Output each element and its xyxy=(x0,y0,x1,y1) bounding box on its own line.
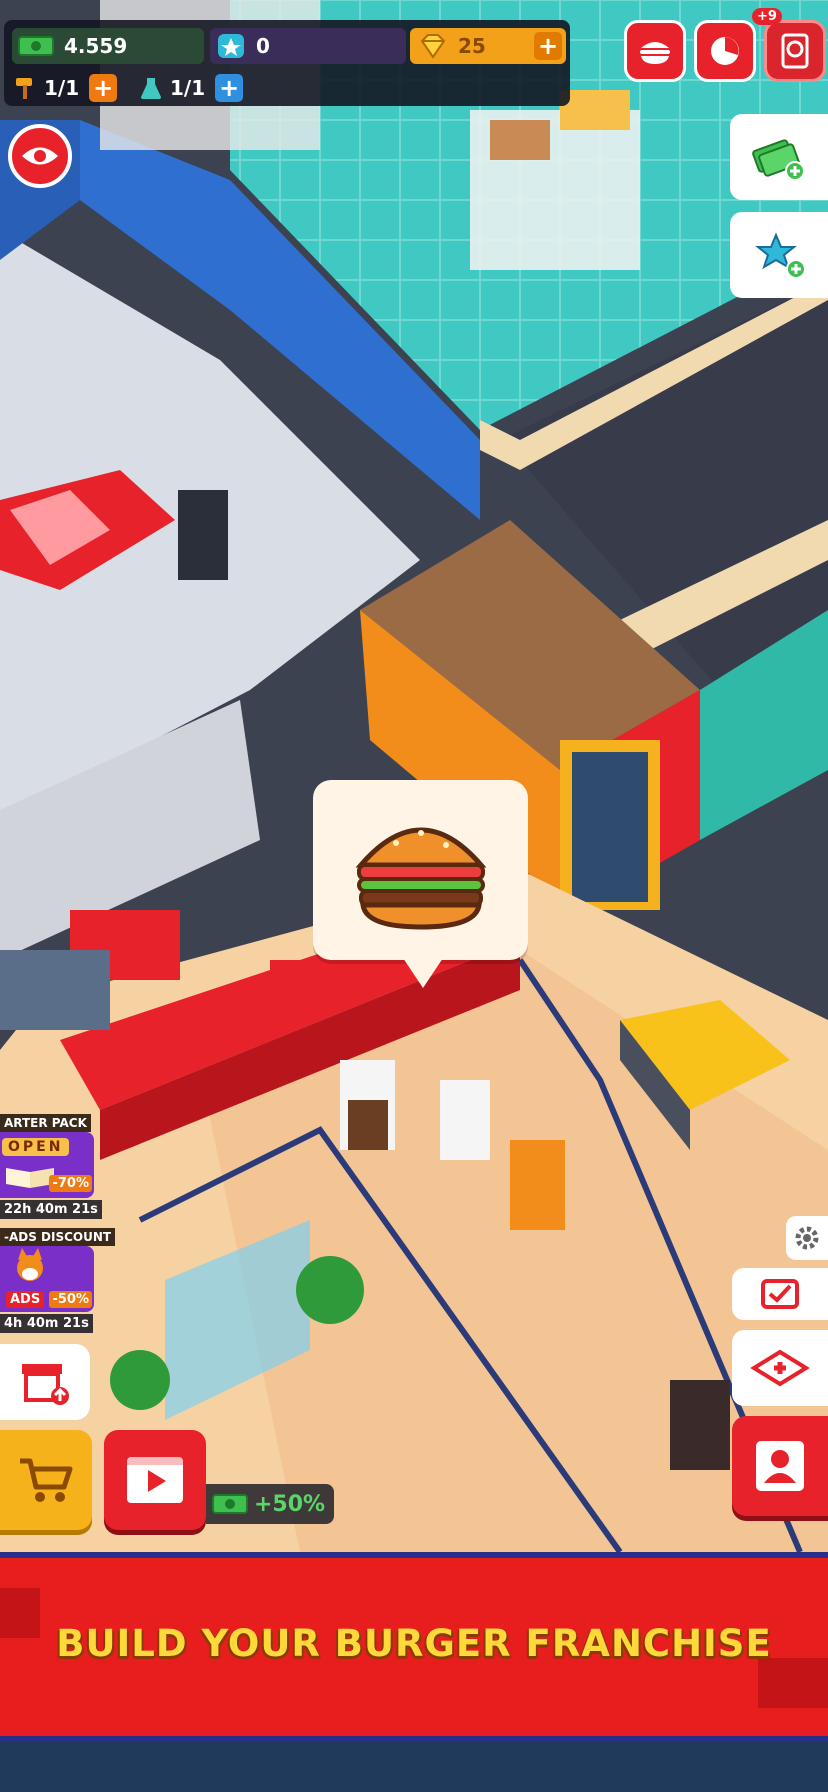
flask-counter[interactable]: 1/1 + xyxy=(136,70,254,106)
star-badge-icon xyxy=(218,34,244,58)
flask-amount: 1/1 xyxy=(170,76,206,100)
starter-pack-timer: 22h 40m 21s xyxy=(0,1200,102,1219)
cash-icon xyxy=(18,36,54,56)
hammer-counter[interactable]: 1/1 + xyxy=(10,70,128,106)
gem-icon xyxy=(420,34,446,59)
stats-button[interactable] xyxy=(694,20,756,82)
ads-discount-timer: 4h 40m 21s xyxy=(0,1314,93,1333)
profile-card-icon xyxy=(756,1441,804,1491)
starter-pack-offer[interactable]: OPEN -70% xyxy=(0,1132,94,1198)
add-flask-button[interactable]: + xyxy=(215,74,244,102)
gear-icon xyxy=(795,1226,819,1250)
staff-button[interactable] xyxy=(732,1416,828,1516)
shop-button[interactable] xyxy=(0,1430,92,1530)
star-bundle-plus-icon xyxy=(755,232,806,279)
menu-button[interactable] xyxy=(624,20,686,82)
starter-pack-discount: -70% xyxy=(49,1175,92,1192)
hammer-icon xyxy=(16,78,32,99)
store-upgrade-button[interactable] xyxy=(0,1344,90,1420)
corgi-icon xyxy=(17,1248,43,1281)
star-offer-button[interactable] xyxy=(730,212,828,298)
income-boost[interactable]: +50% xyxy=(206,1484,334,1524)
view-toggle-button[interactable] xyxy=(8,124,72,188)
pie-chart-icon xyxy=(711,37,739,65)
video-play-icon xyxy=(127,1457,183,1503)
star-amount: 0 xyxy=(256,34,270,58)
gem-amount: 25 xyxy=(458,34,486,58)
burger-menu-icon xyxy=(640,42,670,64)
recipes-button[interactable] xyxy=(764,20,826,82)
flask-icon xyxy=(141,78,161,99)
cash-offer-button[interactable] xyxy=(730,114,828,200)
recipe-book-icon xyxy=(781,33,809,69)
settings-button[interactable] xyxy=(786,1216,828,1260)
eye-icon xyxy=(22,147,58,165)
gem-counter[interactable]: 25 + xyxy=(410,28,566,64)
promo-banner: BUILD YOUR BURGER FRANCHISE xyxy=(0,1552,828,1742)
shop-upgrade-icon xyxy=(22,1364,69,1405)
starter-pack-label: ARTER PACK xyxy=(0,1114,91,1132)
boost-amount: +50% xyxy=(254,1491,326,1517)
cash-amount: 4.559 xyxy=(64,34,128,58)
ads-discount-offer[interactable]: ADS -50% xyxy=(0,1246,94,1312)
ads-discount-percent: -50% xyxy=(49,1291,92,1308)
burger-icon xyxy=(355,827,487,930)
tasks-button[interactable] xyxy=(732,1268,828,1320)
open-sign: OPEN xyxy=(2,1138,70,1156)
cash-icon xyxy=(212,1494,248,1514)
watch-ad-button[interactable] xyxy=(104,1430,206,1530)
add-hammer-button[interactable]: + xyxy=(89,74,118,102)
star-counter[interactable]: 0 xyxy=(210,28,406,64)
banner-title: BUILD YOUR BURGER FRANCHISE xyxy=(56,1622,772,1665)
ads-badge: ADS xyxy=(6,1291,45,1308)
map-button[interactable] xyxy=(732,1330,828,1406)
map-marker-icon xyxy=(750,1349,810,1387)
order-bubble[interactable] xyxy=(313,780,528,988)
checklist-icon xyxy=(761,1279,799,1309)
add-gems-button[interactable]: + xyxy=(534,32,562,60)
ads-discount-label: -ADS DISCOUNT xyxy=(0,1228,116,1246)
hammer-amount: 1/1 xyxy=(44,76,80,100)
cash-counter[interactable]: 4.559 xyxy=(12,28,204,64)
cash-stack-plus-icon xyxy=(752,139,805,181)
notification-badge: +9 xyxy=(752,8,782,25)
shopping-cart-icon xyxy=(20,1458,73,1502)
